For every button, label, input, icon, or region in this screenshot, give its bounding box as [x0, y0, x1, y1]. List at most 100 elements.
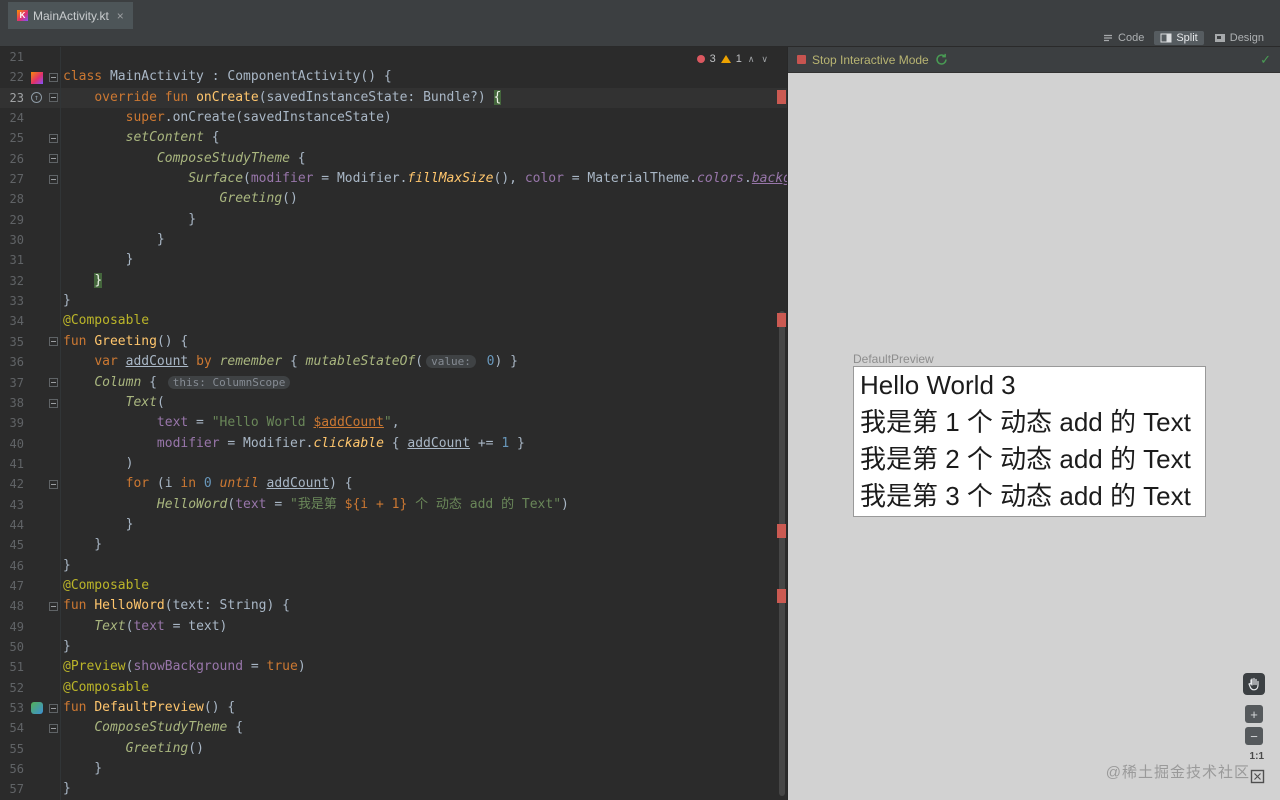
fold-cell [46, 739, 61, 759]
editor-scrollbar[interactable] [779, 311, 785, 796]
code-line[interactable]: 21 [0, 47, 787, 67]
code-line[interactable]: 56 } [0, 759, 787, 779]
fold-cell [46, 454, 61, 474]
mode-split[interactable]: Split [1154, 31, 1203, 45]
error-stripe-mark[interactable] [777, 524, 786, 538]
fold-cell [46, 657, 61, 677]
code-icon [1102, 32, 1114, 44]
code-line[interactable]: 47@Composable [0, 576, 787, 596]
error-stripe-mark[interactable] [777, 589, 786, 603]
next-issue-button[interactable]: ∨ [760, 54, 769, 65]
code-line[interactable]: 32 } [0, 271, 787, 291]
fold-marker[interactable] [49, 93, 58, 102]
fold-marker[interactable] [49, 154, 58, 163]
inspections-widget[interactable]: 3 1 ∧ ∨ [697, 53, 769, 65]
gutter-icon-cell [27, 332, 46, 352]
gutter-icon-cell [27, 210, 46, 230]
gutter-icon-cell [27, 169, 46, 189]
error-stripe-mark[interactable] [777, 313, 786, 327]
gutter-icon-cell [27, 352, 46, 372]
stop-interactive-mode-button[interactable]: Stop Interactive Mode [812, 53, 929, 67]
fold-marker[interactable] [49, 399, 58, 408]
gutter-icon-cell [27, 657, 46, 677]
code-line[interactable]: 48fun HelloWord(text: String) { [0, 596, 787, 616]
code-line[interactable]: 39 text = "Hello World $addCount", [0, 413, 787, 433]
fold-marker[interactable] [49, 602, 58, 611]
fold-marker[interactable] [49, 73, 58, 82]
fold-marker[interactable] [49, 378, 58, 387]
line-number: 57 [0, 779, 27, 799]
code-line[interactable]: 27 Surface(modifier = Modifier.fillMaxSi… [0, 169, 787, 189]
fold-cell [46, 230, 61, 250]
code-line[interactable]: 46} [0, 556, 787, 576]
code-line[interactable]: 28 Greeting() [0, 189, 787, 209]
code-line[interactable]: 25 setContent { [0, 128, 787, 148]
code-line[interactable]: 49 Text(text = text) [0, 617, 787, 637]
code-line[interactable]: 50} [0, 637, 787, 657]
interactive-mode-button[interactable] [1243, 673, 1265, 695]
code-line[interactable]: 33} [0, 291, 787, 311]
preview-panel: Stop Interactive Mode ✓ DefaultPreview H… [787, 47, 1280, 800]
line-number: 33 [0, 291, 27, 311]
tab-title: MainActivity.kt [33, 9, 109, 23]
error-stripe-mark[interactable] [777, 90, 786, 104]
line-number: 50 [0, 637, 27, 657]
kotlin-gutter-icon[interactable] [31, 72, 43, 84]
code-line[interactable]: 54 ComposeStudyTheme { [0, 718, 787, 738]
close-icon[interactable]: × [117, 9, 124, 23]
code-line[interactable]: 42 for (i in 0 until addCount) { [0, 474, 787, 494]
code-line[interactable]: 45 } [0, 535, 787, 555]
code-line[interactable]: 30 } [0, 230, 787, 250]
watermark: @稀土掘金技术社区 [1106, 761, 1250, 782]
code-line[interactable]: 36 var addCount by remember { mutableSta… [0, 352, 787, 372]
code-line[interactable]: 31 } [0, 250, 787, 270]
code-line[interactable]: 53fun DefaultPreview() { [0, 698, 787, 718]
mode-design[interactable]: Design [1208, 31, 1270, 45]
code-line[interactable]: 55 Greeting() [0, 739, 787, 759]
fold-marker[interactable] [49, 175, 58, 184]
code-line[interactable]: 57} [0, 779, 787, 799]
code-text: modifier = Modifier.clickable { addCount… [63, 434, 525, 454]
code-line[interactable]: 24 super.onCreate(savedInstanceState) [0, 108, 787, 128]
code-editor[interactable]: 2122class MainActivity : ComponentActivi… [0, 47, 787, 800]
compose-gutter-icon[interactable] [31, 702, 43, 714]
code-line[interactable]: 35fun Greeting() { [0, 332, 787, 352]
code-line[interactable]: 29 } [0, 210, 787, 230]
preview-canvas[interactable]: DefaultPreview Hello World 3我是第 1 个 动态 a… [788, 73, 1280, 800]
code-line[interactable]: 37 Column { this: ColumnScope [0, 373, 787, 393]
fold-marker[interactable] [49, 480, 58, 489]
line-number: 40 [0, 434, 27, 454]
fold-marker[interactable] [49, 134, 58, 143]
code-line[interactable]: 22class MainActivity : ComponentActivity… [0, 67, 787, 87]
code-line[interactable]: 23↑ override fun onCreate(savedInstanceS… [0, 88, 787, 108]
zoom-in-button[interactable]: + [1245, 705, 1263, 723]
override-gutter-icon[interactable]: ↑ [31, 92, 42, 103]
refresh-icon[interactable] [935, 53, 948, 66]
zoom-out-button[interactable]: − [1245, 727, 1263, 745]
code-line[interactable]: 40 modifier = Modifier.clickable { addCo… [0, 434, 787, 454]
code-line[interactable]: 38 Text( [0, 393, 787, 413]
code-line[interactable]: 51@Preview(showBackground = true) [0, 657, 787, 677]
gutter-icon-cell [27, 250, 46, 270]
tab-mainactivity[interactable]: K MainActivity.kt × [8, 2, 133, 29]
code-lines: 2122class MainActivity : ComponentActivi… [0, 47, 787, 800]
code-line[interactable]: 34@Composable [0, 311, 787, 331]
hand-icon [1248, 677, 1260, 691]
fold-marker[interactable] [49, 337, 58, 346]
mode-code[interactable]: Code [1096, 31, 1150, 45]
code-line[interactable]: 41 ) [0, 454, 787, 474]
fold-cell [46, 637, 61, 657]
code-line[interactable]: 44 } [0, 515, 787, 535]
fold-marker[interactable] [49, 704, 58, 713]
line-number: 30 [0, 230, 27, 250]
zoom-ratio-button[interactable]: 1:1 [1250, 751, 1264, 762]
preview-content[interactable]: Hello World 3我是第 1 个 动态 add 的 Text我是第 2 … [853, 366, 1206, 517]
code-line[interactable]: 26 ComposeStudyTheme { [0, 149, 787, 169]
code-line[interactable]: 52@Composable [0, 678, 787, 698]
warning-count: 1 [736, 53, 742, 65]
zoom-to-fit-button[interactable] [1249, 768, 1265, 784]
gutter-icon-cell [27, 230, 46, 250]
prev-issue-button[interactable]: ∧ [747, 54, 756, 65]
code-line[interactable]: 43 HelloWord(text = "我是第 ${i + 1} 个 动态 a… [0, 495, 787, 515]
fold-marker[interactable] [49, 724, 58, 733]
